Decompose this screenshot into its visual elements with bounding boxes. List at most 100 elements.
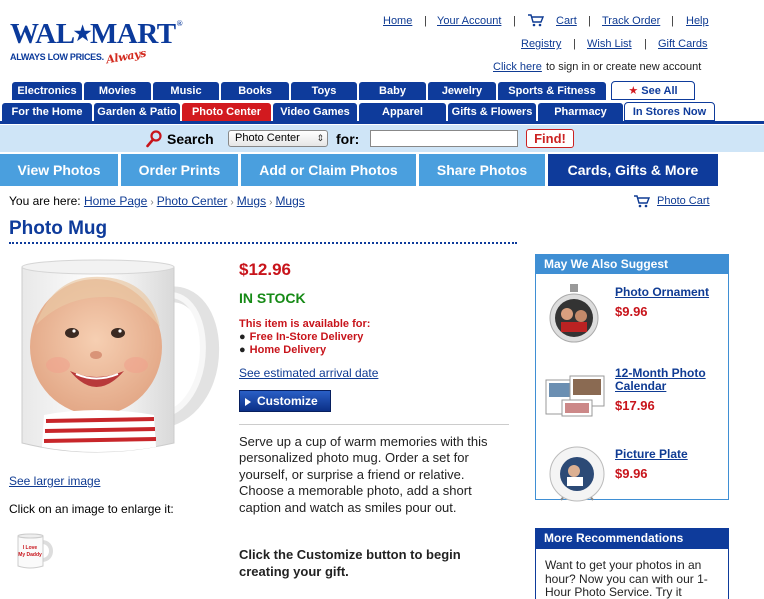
availability-option-label: Free In-Store Delivery — [249, 331, 364, 343]
search-label: Search — [167, 131, 214, 147]
cart-icon[interactable] — [528, 14, 544, 27]
tab-for-the-home[interactable]: For the Home — [1, 102, 93, 121]
customize-button[interactable]: Customize — [239, 390, 331, 412]
tab-electronics[interactable]: Electronics — [11, 81, 83, 100]
play-arrow-icon — [245, 398, 251, 406]
tab-pharmacy[interactable]: Pharmacy — [537, 102, 624, 121]
click-to-enlarge-text: Click on an image to enlarge it: — [9, 502, 174, 516]
nav-view-photos[interactable]: View Photos — [0, 154, 118, 186]
picture-plate-image[interactable] — [547, 444, 607, 508]
photo-cart-link[interactable]: Photo Cart — [657, 195, 710, 207]
separator: | — [588, 15, 591, 27]
chevron-right-icon: › — [150, 197, 154, 208]
breadcrumb-photo-center[interactable]: Photo Center — [157, 194, 228, 208]
chevron-right-icon: › — [230, 197, 234, 208]
separator: | — [573, 38, 576, 50]
help-link[interactable]: Help — [686, 15, 709, 27]
search-input[interactable] — [370, 130, 518, 147]
logo-tagline-script: Always — [104, 46, 147, 67]
tab-video-games[interactable]: Video Games — [272, 102, 358, 121]
product-description: Serve up a cup of warm memories with thi… — [239, 434, 488, 515]
photo-ornament-image[interactable] — [547, 282, 601, 344]
tab-music[interactable]: Music — [152, 81, 220, 100]
track-order-link[interactable]: Track Order — [602, 15, 660, 27]
gift-cards-link[interactable]: Gift Cards — [658, 38, 708, 50]
wish-list-link[interactable]: Wish List — [587, 38, 632, 50]
separator: | — [644, 38, 647, 50]
chevron-right-icon: › — [269, 197, 273, 208]
logo-brand-right: MART — [90, 18, 176, 50]
availability-option: ● Home Delivery — [239, 344, 326, 356]
customize-button-label: Customize — [257, 394, 318, 408]
photo-cart-icon[interactable] — [634, 195, 650, 208]
department-select[interactable]: Photo Center ⇕ — [228, 130, 328, 147]
product-price: $12.96 — [239, 260, 291, 279]
logo-brand-left: WAL — [10, 18, 75, 50]
suggest-item-name[interactable]: 12-Month Photo Calendar — [615, 367, 725, 393]
registry-link[interactable]: Registry — [521, 38, 561, 50]
breadcrumb-prefix: You are here: — [9, 194, 81, 208]
availability-option: ● Free In-Store Delivery — [239, 331, 363, 343]
cart-link[interactable]: Cart — [556, 15, 577, 27]
suggest-item-price: $9.96 — [615, 304, 648, 319]
bullet-icon: ● — [239, 331, 246, 343]
star-icon: ★ — [73, 23, 92, 45]
see-larger-image-link[interactable]: See larger image — [9, 474, 100, 488]
separator: | — [671, 15, 674, 27]
chevron-updown-icon: ⇕ — [316, 133, 324, 143]
tab-movies[interactable]: Movies — [83, 81, 152, 100]
suggest-item-price: $9.96 — [615, 466, 648, 481]
tab-jewelry[interactable]: Jewelry — [427, 81, 497, 100]
tab-in-stores-now[interactable]: In Stores Now — [624, 102, 715, 121]
tab-garden-patio[interactable]: Garden & Patio — [93, 102, 181, 121]
tab-underline — [0, 121, 764, 124]
suggest-heading: May We Also Suggest — [535, 254, 729, 274]
customize-instructions: Click the Customize button to begin crea… — [239, 547, 461, 579]
registered-icon: ® — [176, 19, 183, 28]
logo-tagline: ALWAYS LOW PRICES. — [10, 52, 104, 62]
tab-apparel[interactable]: Apparel — [358, 102, 447, 121]
page-title: Photo Mug — [9, 218, 108, 239]
suggest-item-name[interactable]: Photo Ornament — [615, 286, 709, 299]
product-image-mug[interactable] — [14, 255, 234, 465]
walmart-logo[interactable]: WAL★MART® ALWAYS LOW PRICES.Always — [10, 9, 183, 66]
tab-toys[interactable]: Toys — [290, 81, 358, 100]
photo-calendar-image[interactable] — [544, 372, 606, 418]
estimated-arrival-link[interactable]: See estimated arrival date — [239, 366, 378, 380]
tab-books[interactable]: Books — [220, 81, 290, 100]
divider — [239, 424, 509, 425]
star-icon: ★ — [628, 85, 639, 97]
breadcrumb-mugs[interactable]: Mugs — [237, 194, 266, 208]
stock-status: IN STOCK — [239, 290, 306, 306]
suggest-item-name[interactable]: Picture Plate — [615, 448, 688, 461]
sign-in-text: to sign in or create new account — [546, 61, 702, 73]
tab-see-all[interactable]: ★ See All — [611, 81, 695, 100]
suggest-item-price: $17.96 — [615, 398, 655, 413]
sign-in-link[interactable]: Click here — [493, 61, 542, 73]
tab-gifts-flowers[interactable]: Gifts & Flowers — [447, 102, 537, 121]
nav-order-prints[interactable]: Order Prints — [121, 154, 238, 186]
svg-text:My Daddy: My Daddy — [18, 552, 42, 558]
more-recommendations-heading: More Recommendations — [535, 528, 729, 549]
title-divider — [9, 242, 517, 244]
separator: | — [424, 15, 427, 27]
tab-photo-center[interactable]: Photo Center — [181, 102, 272, 121]
breadcrumb-home[interactable]: Home Page — [84, 194, 147, 208]
product-thumbnail[interactable]: I Love My Daddy — [12, 530, 56, 572]
nav-cards-gifts-more[interactable]: Cards, Gifts & More — [548, 154, 718, 186]
search-bar: Search Photo Center ⇕ for: Find! — [0, 125, 764, 152]
availability-label: This item is available for: — [239, 318, 371, 330]
your-account-link[interactable]: Your Account — [437, 15, 501, 27]
availability-option-label: Home Delivery — [249, 344, 327, 356]
tab-sports-fitness[interactable]: Sports & Fitness — [497, 81, 607, 100]
search-icon — [146, 130, 162, 148]
nav-share-photos[interactable]: Share Photos — [419, 154, 545, 186]
tab-baby[interactable]: Baby — [358, 81, 427, 100]
search-for-label: for: — [336, 131, 360, 147]
breadcrumb: You are here: Home Page › Photo Center › Mug… — [9, 194, 305, 208]
breadcrumb-mugs-current[interactable]: Mugs — [275, 194, 304, 208]
find-button[interactable]: Find! — [526, 129, 574, 148]
home-link[interactable]: Home — [383, 15, 412, 27]
nav-add-claim-photos[interactable]: Add or Claim Photos — [241, 154, 416, 186]
bullet-icon: ● — [239, 344, 246, 356]
